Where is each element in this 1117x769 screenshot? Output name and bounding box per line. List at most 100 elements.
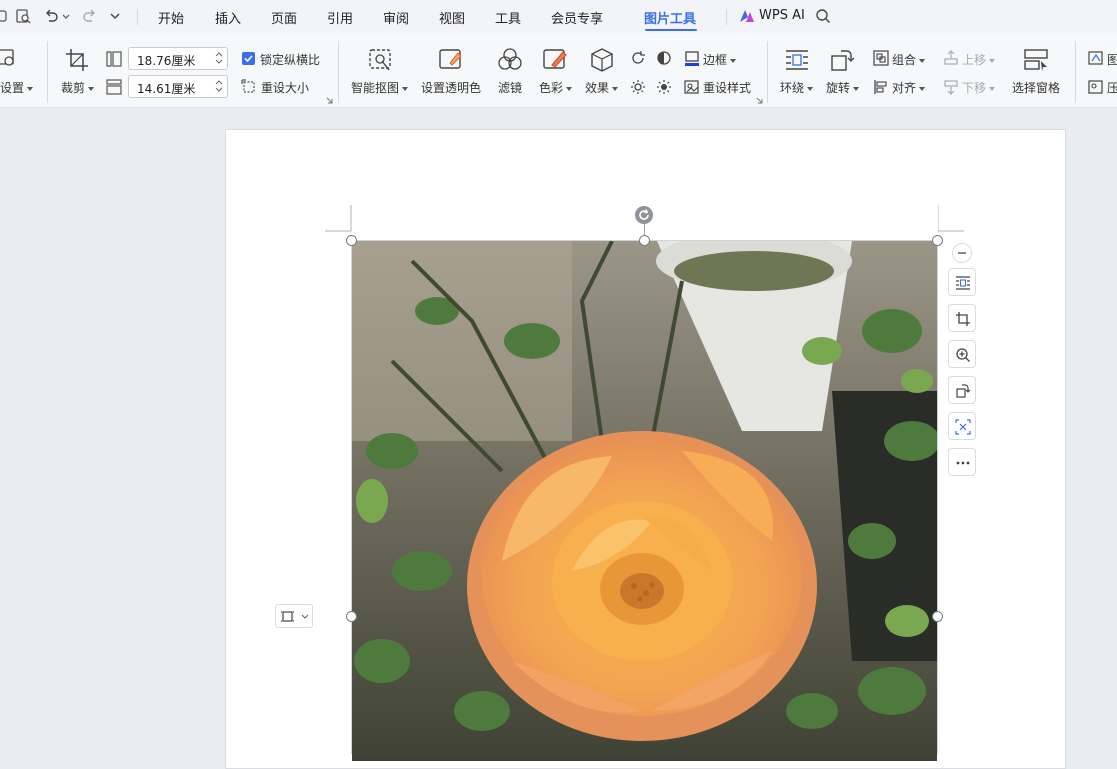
quick-access-more-icon[interactable] [108,8,122,24]
bring-forward-button[interactable]: 上移 [962,51,996,68]
group-icon[interactable] [873,50,889,66]
border-icon[interactable] [684,50,700,66]
picture-layout-button[interactable] [275,604,313,628]
bring-forward-icon[interactable] [943,50,959,66]
color-button[interactable]: 色彩 [539,79,573,96]
reset-size-icon [241,79,255,93]
effects-icon[interactable] [589,47,615,73]
cutout-icon [955,419,971,435]
smart-cutout-icon[interactable] [367,47,393,73]
picture-to-text-label[interactable]: 图 [1107,51,1117,68]
chevron-down-icon [301,614,309,619]
border-button[interactable]: 边框 [703,51,737,68]
size-dialog-launcher-icon[interactable] [326,97,333,104]
send-backward-button[interactable]: 下移 [962,79,996,96]
quick-zoom-button[interactable] [948,340,976,368]
quick-wrap-button[interactable] [948,268,976,296]
quick-more-button[interactable] [948,448,976,476]
rotate-icon[interactable] [829,47,855,73]
send-backward-label: 下移 [962,81,987,95]
align-label: 对齐 [892,81,917,95]
tab-picture-tools[interactable]: 图片工具 [644,8,696,27]
selected-picture[interactable] [352,241,937,761]
stepper-arrows-icon[interactable] [215,78,223,94]
decrease-contrast-icon[interactable] [656,50,672,66]
wrap-text-label: 环绕 [780,81,805,95]
quick-rotate-button[interactable] [948,376,976,404]
decrease-brightness-icon[interactable] [656,79,672,95]
selection-pane-button[interactable]: 选择窗格 [1012,79,1060,96]
resize-handle-left[interactable] [346,611,357,622]
page-corner-mark [325,205,352,232]
color-label: 色彩 [539,81,564,95]
effects-label: 效果 [585,81,610,95]
collapse-toolbar-button[interactable] [952,243,972,263]
undo-dropdown-icon[interactable] [61,8,71,24]
filter-icon[interactable] [497,47,523,73]
filter-button[interactable]: 滤镜 [498,79,522,96]
quick-cutout-button[interactable] [948,412,976,440]
menu-bar: 开始 插入 页面 引用 审阅 视图 工具 会员专享 图片工具 WPS AI [0,0,1117,33]
group-button[interactable]: 组合 [892,51,926,68]
set-transparent-color-button[interactable]: 设置透明色 [421,79,481,96]
redo-icon[interactable] [82,8,98,24]
crop-icon[interactable] [64,47,90,73]
align-button[interactable]: 对齐 [892,79,926,96]
picture-settings-icon[interactable] [0,48,16,68]
stepper-arrows-icon[interactable] [215,50,223,66]
tab-view[interactable]: 视图 [439,8,465,27]
height-stepper[interactable]: 14.61厘米 [128,75,228,98]
smart-cutout-button[interactable]: 智能抠图 [351,79,409,96]
minus-icon [958,252,966,254]
reset-style-button[interactable]: 重设样式 [703,79,751,96]
send-backward-icon[interactable] [943,79,959,95]
align-icon[interactable] [873,79,889,95]
search-icon[interactable] [815,8,831,24]
text-wrap-icon[interactable] [784,47,810,73]
width-stepper[interactable]: 18.76厘米 [128,47,228,70]
quick-crop-button[interactable] [948,304,976,332]
resize-handle-top-left[interactable] [346,235,357,246]
tab-page[interactable]: 页面 [271,8,297,27]
group-label: 组合 [892,53,917,67]
increase-contrast-icon[interactable] [630,50,646,66]
selection-pane-icon[interactable] [1023,47,1049,73]
picture-settings-button[interactable]: 设置 [0,79,34,96]
compress-picture-icon[interactable] [1088,79,1104,95]
picture-settings-label: 设置 [0,81,25,95]
effects-button[interactable]: 效果 [585,79,619,96]
tab-insert[interactable]: 插入 [215,8,241,27]
style-dialog-launcher-icon[interactable] [756,97,763,104]
resize-handle-top-right[interactable] [932,235,943,246]
resize-handle-right[interactable] [932,611,943,622]
picture-to-text-icon[interactable] [1088,50,1104,66]
undo-icon[interactable] [43,8,59,24]
crop-button[interactable]: 裁剪 [61,79,95,96]
compress-picture-label[interactable]: 压 [1107,79,1117,96]
tab-references[interactable]: 引用 [327,8,353,27]
lock-aspect-ratio-checkbox[interactable] [242,52,255,65]
resize-handle-top[interactable] [639,235,650,246]
color-adjust-icon[interactable] [542,47,568,73]
layout-options-icon [281,611,294,622]
increase-brightness-icon[interactable] [630,79,646,95]
tab-tools[interactable]: 工具 [495,8,521,27]
print-preview-icon[interactable] [15,8,31,24]
tab-home[interactable]: 开始 [158,8,184,27]
rotate-button[interactable]: 旋转 [826,79,860,96]
tab-member[interactable]: 会员专享 [551,8,603,27]
set-transparent-color-icon[interactable] [438,47,464,73]
wrap-text-button[interactable]: 环绕 [780,79,814,96]
wps-ai-logo-icon [740,10,754,22]
tab-review[interactable]: 审阅 [383,8,409,27]
rose-photo [352,241,937,761]
lock-aspect-ratio-label[interactable]: 锁定纵横比 [260,51,320,68]
window-icon[interactable] [0,8,10,24]
rotate-handle-icon[interactable] [634,205,654,225]
wps-ai-button[interactable]: WPS AI [759,8,805,23]
reset-style-icon [684,80,699,94]
reset-size-button[interactable]: 重设大小 [261,79,309,96]
selection-frame-right [937,240,938,754]
crop-icon [956,312,970,326]
selection-frame-left [351,240,352,754]
